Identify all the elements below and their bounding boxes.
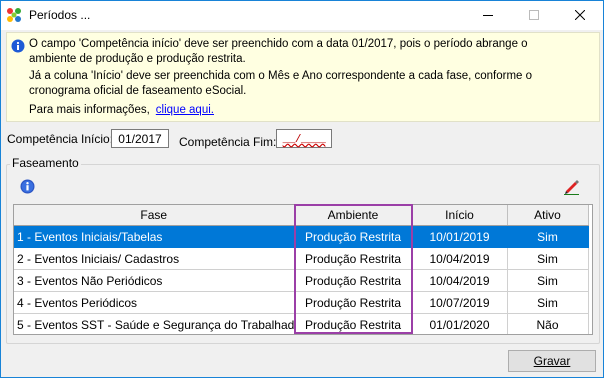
cell-fase[interactable]: 4 - Eventos Periódicos	[14, 291, 295, 314]
cell-fase[interactable]: 5 - Eventos SST - Saúde e Segurança do T…	[14, 313, 295, 334]
competencia-fim-field[interactable]: __/____	[276, 129, 332, 148]
col-ambiente-header[interactable]: Ambiente	[294, 205, 413, 226]
cell-ativo[interactable]: Sim	[507, 269, 589, 292]
cell-fase[interactable]: 1 - Eventos Iniciais/Tabelas	[14, 225, 295, 248]
cell-ambiente[interactable]: Produção Restrita	[294, 247, 413, 270]
more-info-label: Para mais informações,	[29, 104, 150, 116]
cell-fase[interactable]: 3 - Eventos Não Periódicos	[14, 269, 295, 292]
cell-ativo[interactable]: Sim	[507, 247, 589, 270]
faseamento-grid[interactable]: Fase Ambiente Início Ativo 1 - Eventos I…	[13, 204, 593, 335]
competencia-fim-label: Competência Fim:	[179, 135, 277, 149]
cell-ativo[interactable]: Sim	[507, 225, 589, 248]
faseamento-table: Fase Ambiente Início Ativo 1 - Eventos I…	[14, 205, 589, 334]
col-fase-header[interactable]: Fase	[14, 205, 295, 226]
table-row[interactable]: 3 - Eventos Não Periódicos Produção Rest…	[14, 269, 589, 292]
minimize-button[interactable]	[465, 1, 511, 30]
table-row[interactable]: 2 - Eventos Iniciais/ Cadastros Produção…	[14, 247, 589, 270]
info-more: Para mais informações, clique aqui.	[29, 103, 569, 118]
cell-inicio[interactable]: 10/01/2019	[412, 225, 508, 248]
col-ativo-header[interactable]: Ativo	[507, 205, 589, 226]
maximize-button[interactable]	[511, 1, 557, 30]
cell-ambiente[interactable]: Produção Restrita	[294, 291, 413, 314]
cell-inicio[interactable]: 10/04/2019	[412, 247, 508, 270]
cell-inicio[interactable]: 10/04/2019	[412, 269, 508, 292]
cell-inicio[interactable]: 10/07/2019	[412, 291, 508, 314]
competencia-inicio-label: Competência Início:	[7, 132, 114, 146]
title-bar[interactable]: Períodos ...	[1, 1, 603, 30]
gravar-button-label: Gravar	[533, 354, 571, 368]
close-icon	[574, 9, 586, 21]
cell-ambiente[interactable]: Produção Restrita	[294, 313, 413, 334]
table-row[interactable]: 5 - Eventos SST - Saúde e Segurança do T…	[14, 313, 589, 334]
table-header: Fase Ambiente Início Ativo	[14, 205, 589, 226]
info-panel: O campo 'Competência início' deve ser pr…	[6, 32, 600, 122]
edit-pencil-icon[interactable]	[563, 177, 581, 195]
cell-ambiente[interactable]: Produção Restrita	[294, 225, 413, 248]
more-info-link[interactable]: clique aqui.	[156, 104, 214, 116]
cell-fase[interactable]: 2 - Eventos Iniciais/ Cadastros	[14, 247, 295, 270]
cell-ambiente[interactable]: Produção Restrita	[294, 269, 413, 292]
col-inicio-header[interactable]: Início	[412, 205, 508, 226]
maximize-icon	[529, 10, 539, 20]
app-logo-icon	[7, 8, 21, 22]
minimize-icon	[483, 15, 493, 16]
window-title: Períodos ...	[29, 8, 91, 22]
table-row[interactable]: 4 - Eventos Periódicos Produção Restrita…	[14, 291, 589, 314]
close-button[interactable]	[557, 1, 603, 30]
cell-inicio[interactable]: 01/01/2020	[412, 313, 508, 334]
info-paragraph-2: Já a coluna 'Início' deve ser preenchida…	[29, 70, 533, 97]
competencia-inicio-field[interactable]	[111, 129, 169, 148]
competencia-fim-value: __/____	[282, 134, 326, 146]
info-icon	[11, 39, 25, 53]
cell-ativo[interactable]: Sim	[507, 291, 589, 314]
faseamento-legend: Faseamento	[10, 156, 81, 170]
faseamento-info-icon[interactable]	[20, 179, 35, 194]
periodos-window: Períodos ... O campo 'Competência início…	[0, 0, 604, 378]
info-paragraph-1: O campo 'Competência início' deve ser pr…	[29, 38, 528, 65]
cell-ativo[interactable]: Não	[507, 313, 589, 334]
gravar-button[interactable]: Gravar	[508, 350, 596, 372]
table-row[interactable]: 1 - Eventos Iniciais/Tabelas Produção Re…	[14, 225, 589, 248]
